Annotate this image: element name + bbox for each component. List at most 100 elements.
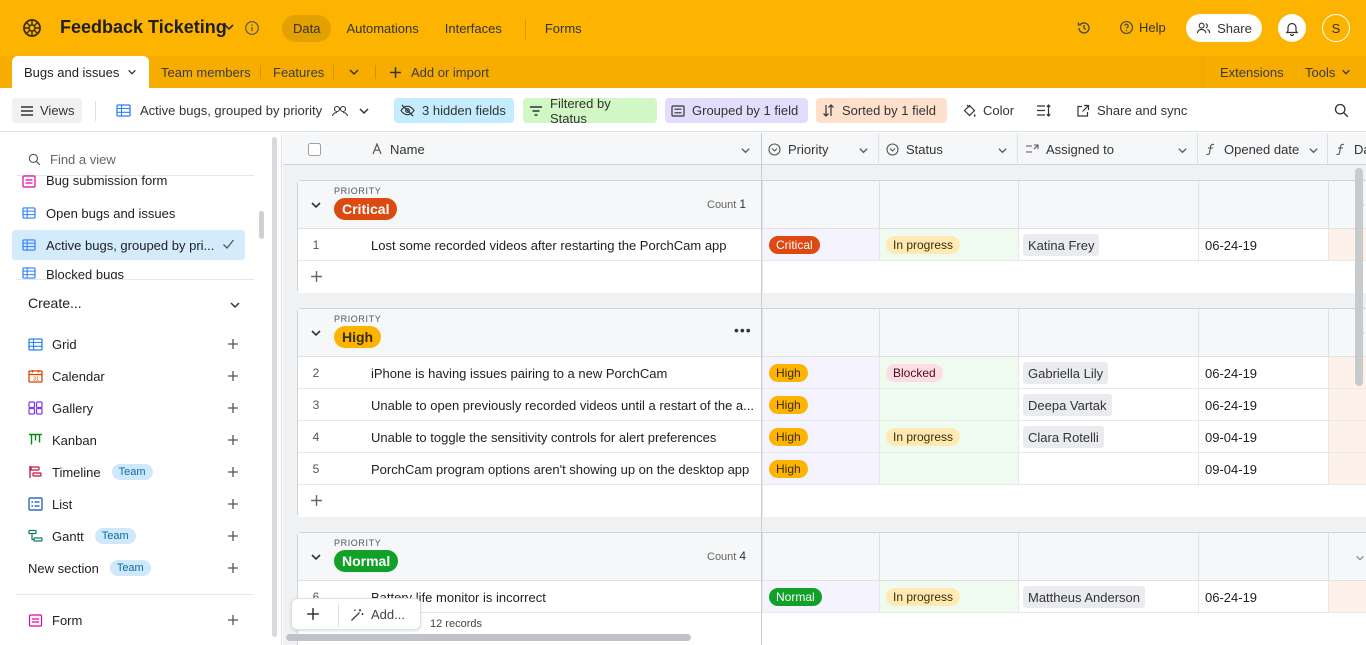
help-button[interactable]: Help — [1119, 20, 1166, 35]
table-tab-bugs-and-issues[interactable]: Bugs and issues — [12, 56, 149, 88]
nav-automations[interactable]: Automations — [335, 15, 429, 42]
row-name[interactable]: PorchCam program options aren't showing … — [371, 462, 761, 477]
row-name[interactable]: Lost some recorded videos after restarti… — [371, 238, 761, 253]
add-row-button[interactable] — [298, 485, 1366, 517]
assignee-chip[interactable]: Deepa Vartak — [1023, 394, 1112, 416]
column-header-priority[interactable]: Priority — [768, 133, 828, 165]
row-name[interactable]: iPhone is having issues pairing to a new… — [371, 366, 761, 381]
avatar[interactable]: S — [1322, 14, 1350, 42]
priority-pill[interactable]: High — [769, 396, 808, 414]
info-icon[interactable] — [244, 20, 260, 36]
add-with-ai-button[interactable]: Add... — [350, 607, 405, 622]
create-new-section-item[interactable]: New section Team — [28, 554, 250, 582]
create-kanban-item[interactable]: Kanban — [28, 426, 250, 454]
nav-forms[interactable]: Forms — [534, 15, 593, 42]
collapse-group-icon[interactable] — [310, 199, 322, 211]
collapse-group-icon[interactable] — [310, 327, 322, 339]
chevron-down-icon[interactable] — [1308, 145, 1319, 156]
extensions-button[interactable]: Extensions — [1220, 56, 1284, 88]
plus-icon[interactable] — [227, 466, 239, 478]
table-row[interactable]: 4 Unable to toggle the sensitivity contr… — [298, 421, 1366, 453]
create-timeline-item[interactable]: Timeline Team — [28, 458, 250, 486]
hidden-fields-button[interactable]: 3 hidden fields — [394, 98, 514, 123]
table-tab-features[interactable]: Features — [273, 56, 324, 88]
sidebar-scrollbar[interactable] — [272, 137, 277, 637]
column-header-status[interactable]: Status — [886, 133, 943, 165]
table-row[interactable]: 3 Unable to open previously recorded vid… — [298, 389, 1366, 421]
create-section-title[interactable]: Create... — [28, 295, 82, 311]
filter-button[interactable]: Filtered by Status — [523, 96, 657, 126]
base-logo-icon[interactable] — [20, 16, 44, 40]
notifications-button[interactable] — [1278, 14, 1306, 42]
history-icon[interactable] — [1076, 20, 1092, 36]
select-all-checkbox[interactable] — [308, 133, 321, 165]
plus-icon[interactable] — [227, 498, 239, 510]
create-gallery-item[interactable]: Gallery — [28, 394, 250, 422]
sidebar-view-active-bugs[interactable]: Active bugs, grouped by pri... — [12, 230, 245, 260]
sidebar-view-bug-submission-form[interactable]: Bug submission form — [12, 167, 245, 189]
search-icon[interactable] — [1328, 98, 1355, 123]
column-header-assigned-to[interactable]: Assigned to — [1025, 133, 1114, 165]
plus-icon[interactable] — [227, 562, 239, 574]
current-view-switcher[interactable]: Active bugs, grouped by priority — [110, 98, 376, 123]
assignee-chip[interactable]: Gabriella Lily — [1023, 362, 1109, 384]
sort-button[interactable]: Sorted by 1 field — [816, 98, 947, 123]
assignee-chip[interactable]: Clara Rotelli — [1023, 426, 1104, 448]
create-calendar-item[interactable]: 31 Calendar — [28, 362, 250, 390]
priority-pill[interactable]: High — [769, 428, 808, 446]
row-name[interactable]: Battery life monitor is incorrect — [371, 590, 761, 605]
table-row[interactable]: 5 PorchCam program options aren't showin… — [298, 453, 1366, 485]
plus-icon[interactable] — [227, 614, 239, 626]
add-record-plus-icon[interactable] — [306, 607, 320, 621]
create-list-item[interactable]: List — [28, 490, 250, 518]
table-row[interactable]: 6 Battery life monitor is incorrect Norm… — [298, 581, 1366, 613]
more-tables-chevron-icon[interactable] — [348, 56, 360, 88]
find-view-search[interactable]: Find a view — [28, 152, 116, 167]
chevron-down-icon[interactable] — [1177, 145, 1188, 156]
plus-icon[interactable] — [227, 434, 239, 446]
chevron-down-icon[interactable] — [229, 299, 241, 311]
share-and-sync-button[interactable]: Share and sync — [1070, 98, 1193, 123]
assignee-chip[interactable]: Katina Frey — [1023, 234, 1100, 256]
vertical-scrollbar[interactable] — [1355, 168, 1363, 386]
chevron-down-icon[interactable] — [858, 145, 869, 156]
status-pill[interactable]: In progress — [886, 428, 961, 446]
horizontal-scrollbar[interactable] — [286, 634, 691, 641]
collapse-group-icon[interactable] — [310, 551, 322, 563]
nav-interfaces[interactable]: Interfaces — [434, 15, 513, 42]
sidebar-view-open-bugs[interactable]: Open bugs and issues — [12, 198, 245, 228]
create-gantt-item[interactable]: Gantt Team — [28, 522, 250, 550]
more-options-icon[interactable]: ••• — [734, 322, 752, 338]
status-pill[interactable]: Blocked — [886, 364, 943, 382]
priority-pill[interactable]: High — [769, 460, 808, 478]
row-name[interactable]: Unable to toggle the sensitivity control… — [371, 430, 761, 445]
color-button[interactable]: Color — [956, 98, 1020, 123]
create-grid-item[interactable]: Grid — [28, 330, 250, 358]
row-name[interactable]: Unable to open previously recorded video… — [371, 398, 761, 413]
create-form-item[interactable]: Form — [28, 606, 250, 634]
status-pill[interactable]: In progress — [886, 588, 961, 606]
column-header-da[interactable]: Da — [1335, 133, 1366, 165]
row-height-icon[interactable] — [1030, 98, 1057, 123]
plus-icon[interactable] — [227, 530, 239, 542]
chevron-down-icon[interactable] — [223, 21, 235, 33]
add-row-button[interactable] — [298, 261, 1366, 293]
priority-pill[interactable]: High — [769, 364, 808, 382]
plus-icon[interactable] — [227, 370, 239, 382]
table-tab-team-members[interactable]: Team members — [161, 56, 251, 88]
base-title[interactable]: Feedback Ticketing — [60, 17, 227, 38]
priority-pill[interactable]: Normal — [769, 588, 822, 606]
chevron-down-icon[interactable] — [1355, 553, 1365, 563]
chevron-down-icon[interactable] — [997, 145, 1008, 156]
table-row[interactable]: 1 Lost some recorded videos after restar… — [298, 229, 1366, 261]
status-pill[interactable]: In progress — [886, 236, 961, 254]
sidebar-views-scrollbar[interactable] — [259, 211, 264, 239]
views-toggle-button[interactable]: Views — [12, 98, 83, 123]
sidebar-view-blocked-bugs[interactable]: Blocked bugs — [12, 265, 245, 279]
priority-pill[interactable]: Critical — [769, 236, 820, 254]
column-header-name[interactable]: Name — [371, 133, 425, 165]
share-button[interactable]: Share — [1186, 14, 1262, 42]
add-or-import-button[interactable]: Add or import — [389, 56, 489, 88]
chevron-down-icon[interactable] — [127, 67, 137, 77]
table-row[interactable]: 2 iPhone is having issues pairing to a n… — [298, 357, 1366, 389]
